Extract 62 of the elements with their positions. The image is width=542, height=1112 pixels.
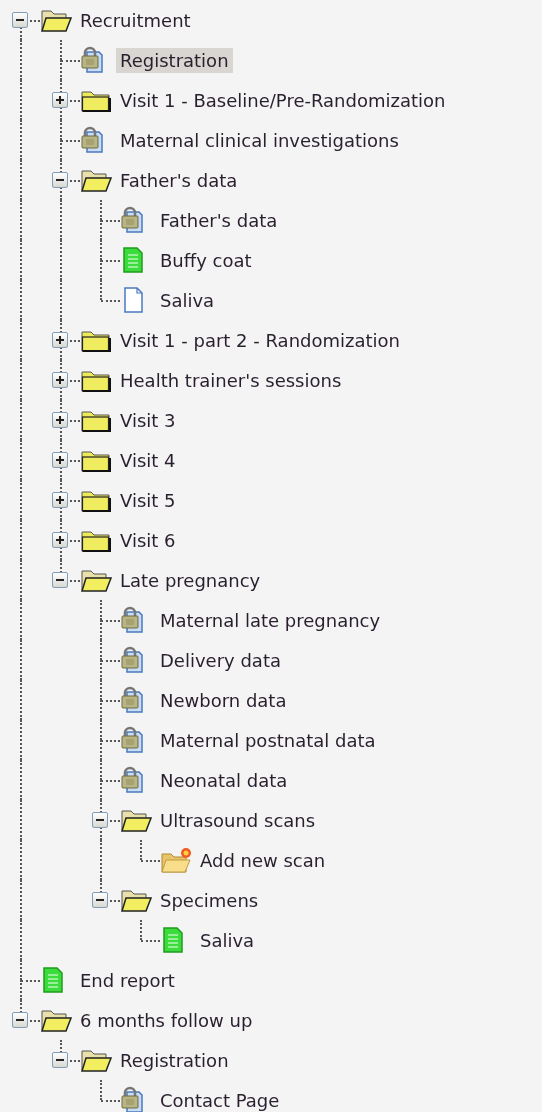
- padlock-document-icon: [120, 726, 146, 754]
- padlock-document-icon: [120, 606, 146, 634]
- expand-toggle[interactable]: [52, 372, 68, 388]
- plus-icon: [55, 95, 65, 105]
- tree-item[interactable]: Visit 1 - part 2 - Randomization: [116, 327, 404, 353]
- tree-item[interactable]: Father's data: [116, 167, 242, 193]
- padlock-document-icon: [120, 686, 146, 714]
- plus-icon: [55, 335, 65, 345]
- tree-item[interactable]: Add new scan: [196, 847, 330, 873]
- tree-item[interactable]: Specimens: [156, 887, 263, 913]
- collapse-toggle[interactable]: [92, 812, 108, 828]
- padlock-document-icon: [120, 646, 146, 674]
- padlock-document-icon: [120, 206, 146, 234]
- tree-item[interactable]: Saliva: [196, 927, 259, 953]
- tree-item[interactable]: Father's data: [156, 207, 282, 233]
- tree-item[interactable]: Maternal late pregnancy: [156, 607, 385, 633]
- collapse-toggle[interactable]: [92, 892, 108, 908]
- collapse-toggle[interactable]: [52, 572, 68, 588]
- expand-toggle[interactable]: [52, 452, 68, 468]
- tree-item[interactable]: Newborn data: [156, 687, 291, 713]
- tree-item[interactable]: Visit 5: [116, 487, 180, 513]
- tree-item[interactable]: Health trainer's sessions: [116, 367, 346, 393]
- tree-item[interactable]: Visit 1 - Baseline/Pre-Randomization: [116, 87, 450, 113]
- tree-item[interactable]: 6 months follow up: [76, 1007, 257, 1033]
- padlock-document-icon: [120, 766, 146, 794]
- tree-item[interactable]: End report: [76, 967, 179, 993]
- tree-item[interactable]: Late pregnancy: [116, 567, 265, 593]
- tree-item[interactable]: Neonatal data: [156, 767, 292, 793]
- tree-item[interactable]: Saliva: [156, 287, 219, 313]
- tree-item[interactable]: Maternal clinical investigations: [116, 127, 403, 153]
- padlock-document-icon: [80, 46, 106, 74]
- expand-toggle[interactable]: [52, 492, 68, 508]
- plus-icon: [55, 495, 65, 505]
- tree-item[interactable]: Maternal postnatal data: [156, 727, 380, 753]
- tree-item[interactable]: Visit 4: [116, 447, 180, 473]
- tree-item[interactable]: Delivery data: [156, 647, 285, 673]
- collapse-toggle[interactable]: [52, 172, 68, 188]
- expand-toggle[interactable]: [52, 332, 68, 348]
- plus-icon: [55, 535, 65, 545]
- tree-item[interactable]: Ultrasound scans: [156, 807, 320, 833]
- folder-star-icon: [160, 846, 194, 874]
- expand-toggle[interactable]: [52, 532, 68, 548]
- tree-item[interactable]: Buffy coat: [156, 247, 256, 273]
- tree-item[interactable]: Visit 6: [116, 527, 180, 553]
- collapse-toggle[interactable]: [12, 12, 28, 28]
- lined-document-icon: [120, 246, 146, 274]
- tree-item[interactable]: Registration: [116, 47, 233, 73]
- tree-item[interactable]: Recruitment: [76, 7, 195, 33]
- plus-icon: [55, 455, 65, 465]
- padlock-document-icon: [80, 126, 106, 154]
- expand-toggle[interactable]: [52, 92, 68, 108]
- lined-document-icon: [160, 926, 186, 954]
- expand-toggle[interactable]: [52, 412, 68, 428]
- plus-icon: [55, 375, 65, 385]
- collapse-toggle[interactable]: [52, 1052, 68, 1068]
- padlock-document-icon: [120, 1086, 146, 1112]
- tree-item[interactable]: Visit 3: [116, 407, 180, 433]
- plus-icon: [55, 415, 65, 425]
- collapse-toggle[interactable]: [12, 1012, 28, 1028]
- tree-item[interactable]: Contact Page: [156, 1087, 284, 1112]
- lined-document-icon: [40, 966, 66, 994]
- tree-item[interactable]: Registration: [116, 1047, 233, 1073]
